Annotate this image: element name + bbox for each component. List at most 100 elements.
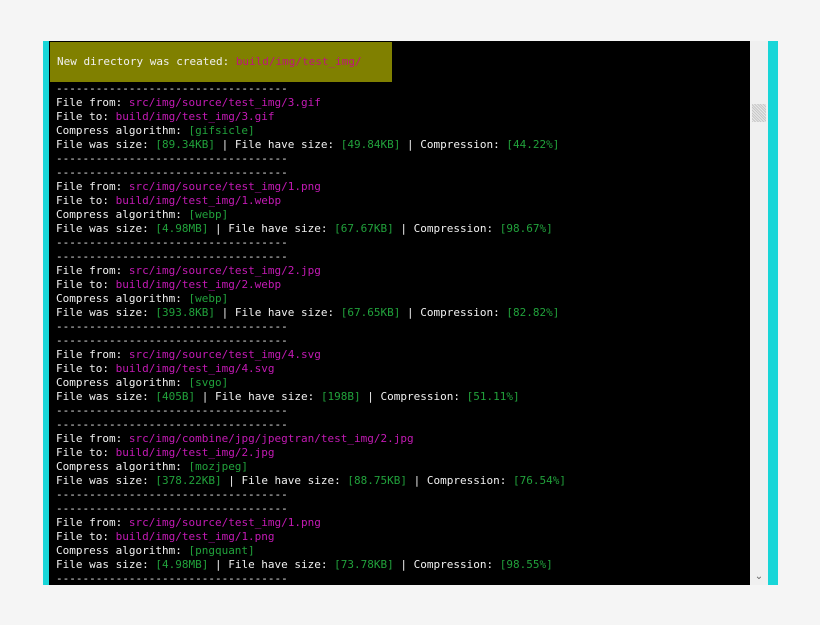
was-size-value: [405B] (155, 390, 196, 403)
file-to-path: build/img/test_img/3.gif (115, 110, 275, 123)
file-from-label: File from: (56, 348, 129, 361)
size-line: File was size: [89.34KB] | File have siz… (56, 138, 746, 152)
algorithm-line: Compress algorithm: [gifsicle] (56, 124, 746, 138)
file-from-path: src/img/source/test_img/4.svg (128, 348, 321, 361)
separator-line: ----------------------------------- (56, 334, 288, 347)
separator-line: ----------------------------------- (56, 502, 288, 515)
file-to-line: File to: build/img/test_img/2.webp (56, 278, 746, 292)
separator-line: ----------------------------------- (56, 404, 288, 417)
window-frame-right (768, 41, 778, 585)
algorithm-value: [webp] (188, 292, 229, 305)
was-size-label: File was size: (56, 390, 156, 403)
compression-value: [98.67%] (499, 222, 553, 235)
algorithm-label: Compress algorithm: (56, 208, 189, 221)
log-entry: ----------------------------------- File … (56, 250, 746, 334)
file-to-path: build/img/test_img/4.svg (115, 362, 275, 375)
compression-label: | Compression: (400, 138, 507, 151)
have-size-value: [67.65KB] (340, 306, 401, 319)
separator-line: ----------------------------------- (56, 418, 288, 431)
file-to-line: File to: build/img/test_img/4.svg (56, 362, 746, 376)
separator-line: ----------------------------------- (56, 320, 288, 333)
separator-line: ----------------------------------- (56, 152, 288, 165)
compression-value: [82.82%] (506, 306, 560, 319)
compression-log: ----------------------------------- File … (56, 82, 746, 585)
have-size-label: | File have size: (221, 474, 348, 487)
have-size-value: [49.84KB] (340, 138, 401, 151)
algorithm-label: Compress algorithm: (56, 124, 189, 137)
compression-value: [76.54%] (513, 474, 566, 487)
separator-line: ----------------------------------- (56, 488, 288, 501)
file-to-path: build/img/test_img/1.webp (115, 194, 282, 207)
was-size-label: File was size: (56, 474, 156, 487)
have-size-label: | File have size: (195, 390, 321, 403)
algorithm-value: [pngquant] (188, 544, 255, 557)
was-size-label: File was size: (56, 138, 156, 151)
have-size-label: | File have size: (214, 306, 341, 319)
terminal-output[interactable]: New directory was created: build/img/tes… (49, 41, 750, 585)
file-from-label: File from: (56, 96, 129, 109)
file-to-line: File to: build/img/test_img/3.gif (56, 110, 746, 124)
size-line: File was size: [4.98MB] | File have size… (56, 222, 746, 236)
file-from-path: src/img/source/test_img/1.png (128, 180, 321, 193)
compression-label: | Compression: (407, 474, 513, 487)
have-size-value: [73.78KB] (334, 558, 394, 571)
algorithm-line: Compress algorithm: [webp] (56, 292, 746, 306)
banner-path: build/img/test_img/ (235, 55, 362, 68)
file-from-label: File from: (56, 264, 129, 277)
file-to-label: File to: (56, 446, 116, 459)
file-to-label: File to: (56, 194, 116, 207)
file-to-line: File to: build/img/test_img/1.png (56, 530, 746, 544)
have-size-value: [67.67KB] (334, 222, 394, 235)
have-size-value: [198B] (320, 390, 361, 403)
log-entry: ----------------------------------- File … (56, 334, 746, 418)
was-size-value: [4.98MB] (155, 222, 209, 235)
have-size-label: | File have size: (214, 138, 341, 151)
algorithm-line: Compress algorithm: [svgo] (56, 376, 746, 390)
file-to-label: File to: (56, 110, 116, 123)
was-size-value: [4.98MB] (155, 558, 209, 571)
algorithm-line: Compress algorithm: [mozjpeg] (56, 460, 746, 474)
log-entry: ----------------------------------- File … (56, 166, 746, 250)
compression-label: | Compression: (393, 222, 500, 235)
file-to-label: File to: (56, 278, 116, 291)
algorithm-label: Compress algorithm: (56, 376, 189, 389)
file-from-label: File from: (56, 432, 129, 445)
log-entry: ----------------------------------- File … (56, 418, 746, 502)
size-line: File was size: [378.22KB] | File have si… (56, 474, 746, 488)
file-from-path: src/img/source/test_img/1.png (128, 516, 321, 529)
was-size-label: File was size: (56, 558, 156, 571)
scrollbar-thumb[interactable] (752, 104, 766, 122)
algorithm-label: Compress algorithm: (56, 544, 189, 557)
directory-created-banner: New directory was created: build/img/tes… (50, 42, 392, 82)
compression-value: [44.22%] (506, 138, 560, 151)
file-from-path: src/img/combine/jpg/jpegtran/test_img/2.… (128, 432, 414, 445)
separator-line: ----------------------------------- (56, 82, 288, 95)
have-size-label: | File have size: (208, 222, 335, 235)
was-size-value: [378.22KB] (155, 474, 222, 487)
vertical-scrollbar[interactable]: ⌄ (750, 41, 768, 585)
file-from-path: src/img/source/test_img/3.gif (128, 96, 321, 109)
file-to-path: build/img/test_img/2.webp (115, 278, 282, 291)
file-from-line: File from: src/img/source/test_img/4.svg (56, 348, 746, 362)
chevron-down-icon[interactable]: ⌄ (752, 571, 766, 583)
have-size-label: | File have size: (208, 558, 335, 571)
separator-line: ----------------------------------- (56, 572, 288, 585)
was-size-label: File was size: (56, 306, 156, 319)
algorithm-value: [mozjpeg] (188, 460, 249, 473)
log-entry: ----------------------------------- File … (56, 502, 746, 585)
separator-line: ----------------------------------- (56, 166, 288, 179)
compression-value: [98.55%] (499, 558, 553, 571)
file-from-line: File from: src/img/source/test_img/1.png (56, 516, 746, 530)
was-size-value: [393.8KB] (155, 306, 215, 319)
file-to-line: File to: build/img/test_img/2.jpg (56, 446, 746, 460)
algorithm-label: Compress algorithm: (56, 460, 189, 473)
file-from-line: File from: src/img/combine/jpg/jpegtran/… (56, 432, 746, 446)
compression-label: | Compression: (360, 390, 467, 403)
file-to-path: build/img/test_img/2.jpg (115, 446, 275, 459)
separator-line: ----------------------------------- (56, 236, 288, 249)
was-size-value: [89.34KB] (155, 138, 215, 151)
have-size-value: [88.75KB] (347, 474, 408, 487)
compression-label: | Compression: (393, 558, 500, 571)
size-line: File was size: [4.98MB] | File have size… (56, 558, 746, 572)
separator-line: ----------------------------------- (56, 250, 288, 263)
